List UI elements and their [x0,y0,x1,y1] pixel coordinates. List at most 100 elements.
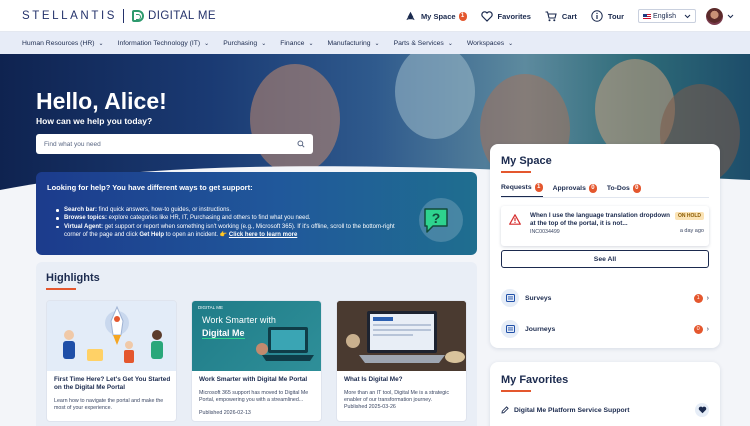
tab-count-badge: 0 [632,184,641,193]
get-help-term: Get Help [139,232,165,239]
laptop-illustration [256,327,314,361]
nav-item-label: Workspaces [466,39,505,47]
my-space-link[interactable]: My Space 1 [405,11,467,22]
us-flag-icon [643,13,652,19]
tour-link[interactable]: Tour [591,10,624,22]
request-id: INC0034499 [530,229,560,235]
support-info-box: Looking for help? You have different way… [36,172,477,255]
tab-approvals[interactable]: Approvals 0 [553,183,597,198]
hero-photo-person [250,64,340,174]
list-item: Virtual Agent: get support or report whe… [50,223,410,240]
svg-text:?: ? [432,210,441,226]
user-avatar[interactable] [706,7,723,25]
laptop-photo-illustration [337,301,466,371]
my-space-title: My Space [501,155,552,167]
language-value: English [653,12,676,20]
nav-item-hr[interactable]: Human Resources (HR) ⌄ [22,40,104,47]
chevron-down-icon: ⌄ [98,40,104,47]
card-description: Microsoft 365 support has moved to Digit… [199,390,309,403]
learn-more-link[interactable]: Click here to learn more [229,232,297,238]
request-item[interactable]: When I use the language translation drop… [501,206,709,246]
favorites-link[interactable]: Favorites [480,10,531,22]
search-input[interactable] [44,140,297,148]
my-space-count-badge: 1 [458,11,467,21]
nav-item-label: Purchasing [223,39,258,47]
work-smarter-banner: DIGITAL ME Work Smarter with Digital Me [192,301,321,371]
card-title: Work Smarter with Digital Me Portal [199,376,308,383]
category-nav: Human Resources (HR) ⌄ Information Techno… [0,32,750,54]
nav-item-purchasing[interactable]: Purchasing ⌄ [223,40,266,47]
warning-icon [509,214,521,225]
banner-line-2: Digital Me [202,328,245,339]
survey-icon [501,289,519,307]
chevron-down-icon [684,14,691,18]
card-published-date: Published 2026-02-13 [199,410,251,416]
my-favorites-title: My Favorites [501,374,569,386]
tab-requests[interactable]: Requests 1 [501,183,543,198]
hero-subtitle: How can we help you today? [36,116,153,126]
card-published-date: Published 2025-03-26 [344,404,396,410]
nav-item-manufacturing[interactable]: Manufacturing ⌄ [327,40,379,47]
nav-item-label: Information Technology (IT) [117,39,201,47]
support-option-term: Virtual Agent: [64,223,104,230]
chevron-down-icon: ⌄ [261,40,267,47]
favorite-heart-icon[interactable] [695,403,709,417]
journey-icon [501,320,519,338]
surveys-label: Surveys [525,294,552,302]
chevron-right-icon: › [706,294,709,302]
favorite-item[interactable]: Digital Me Platform Service Support [501,403,709,417]
chevron-right-icon: › [706,325,709,333]
search-icon[interactable] [297,140,305,148]
language-select[interactable]: English [638,9,696,23]
cart-icon [545,10,557,21]
card-description: More than an IT tool, Digital Me is a st… [344,390,450,403]
tab-label: To-Dos [606,185,630,192]
highlights-section: Highlights First Time Here? Let's Get Yo… [36,262,477,426]
favorite-item-label: Digital Me Platform Service Support [514,406,630,414]
card-title: What Is Digital Me? [344,376,403,383]
journeys-label: Journeys [525,325,556,333]
question-chat-icon: ? [424,208,448,233]
avatar-chevron-down-icon[interactable] [727,14,734,19]
rocket-team-illustration [47,301,176,371]
chevron-down-icon: ⌄ [374,40,380,47]
my-favorites-title-underline [501,390,531,392]
surveys-row[interactable]: Surveys 1 › [501,289,709,307]
support-option-text: find quick answers, how-to guides, or in… [97,207,232,213]
nav-item-workspaces[interactable]: Workspaces ⌄ [467,40,513,47]
nav-item-finance[interactable]: Finance ⌄ [280,40,313,47]
tab-count-badge: 1 [534,183,543,192]
support-option-term: Browse topics: [64,215,108,222]
tab-label: Requests [501,184,532,191]
tab-label: Approvals [552,185,586,192]
search-bar[interactable] [36,134,313,154]
see-all-button[interactable]: See All [501,250,709,268]
nav-item-it[interactable]: Information Technology (IT) ⌄ [118,40,210,47]
tab-count-badge: 0 [588,184,597,193]
list-item: Search bar: find quick answers, how-to g… [50,206,410,214]
support-options-list: Search bar: find quick answers, how-to g… [50,206,410,240]
tour-label: Tour [607,11,625,21]
journeys-row[interactable]: Journeys 0 › [501,320,709,338]
nav-item-parts-services[interactable]: Parts & Services ⌄ [394,40,453,47]
card-description: Learn how to navigate the portal and mak… [54,398,164,411]
chevron-down-icon: ⌄ [508,40,514,47]
brand-logo[interactable]: STELLANTIS DIGITAL ME [22,8,216,23]
heart-icon [480,10,493,22]
tab-todos[interactable]: To-Dos 0 [607,183,641,198]
highlight-card[interactable]: DIGITAL ME Work Smarter with Digital Me … [191,300,322,422]
support-option-term: Search bar: [64,207,98,213]
highlight-card[interactable]: First Time Here? Let's Get You Started o… [46,300,177,422]
support-option-text: explore categories like HR, IT, Purchasi… [107,215,311,222]
laptop-desk-photo [337,301,466,371]
highlight-card[interactable]: What Is Digital Me? More than an IT tool… [336,300,467,422]
stellantis-wordmark: STELLANTIS [22,9,118,22]
cart-link[interactable]: Cart [545,10,577,22]
tabs-divider [501,197,709,198]
cart-label: Cart [561,11,577,21]
card-title: First Time Here? Let's Get You Started o… [54,376,171,391]
nav-item-label: Manufacturing [327,39,371,47]
surveys-count-badge: 1 [693,293,703,303]
hero-greeting: Hello, Alice! [36,88,167,114]
rocket-icon [406,11,415,20]
